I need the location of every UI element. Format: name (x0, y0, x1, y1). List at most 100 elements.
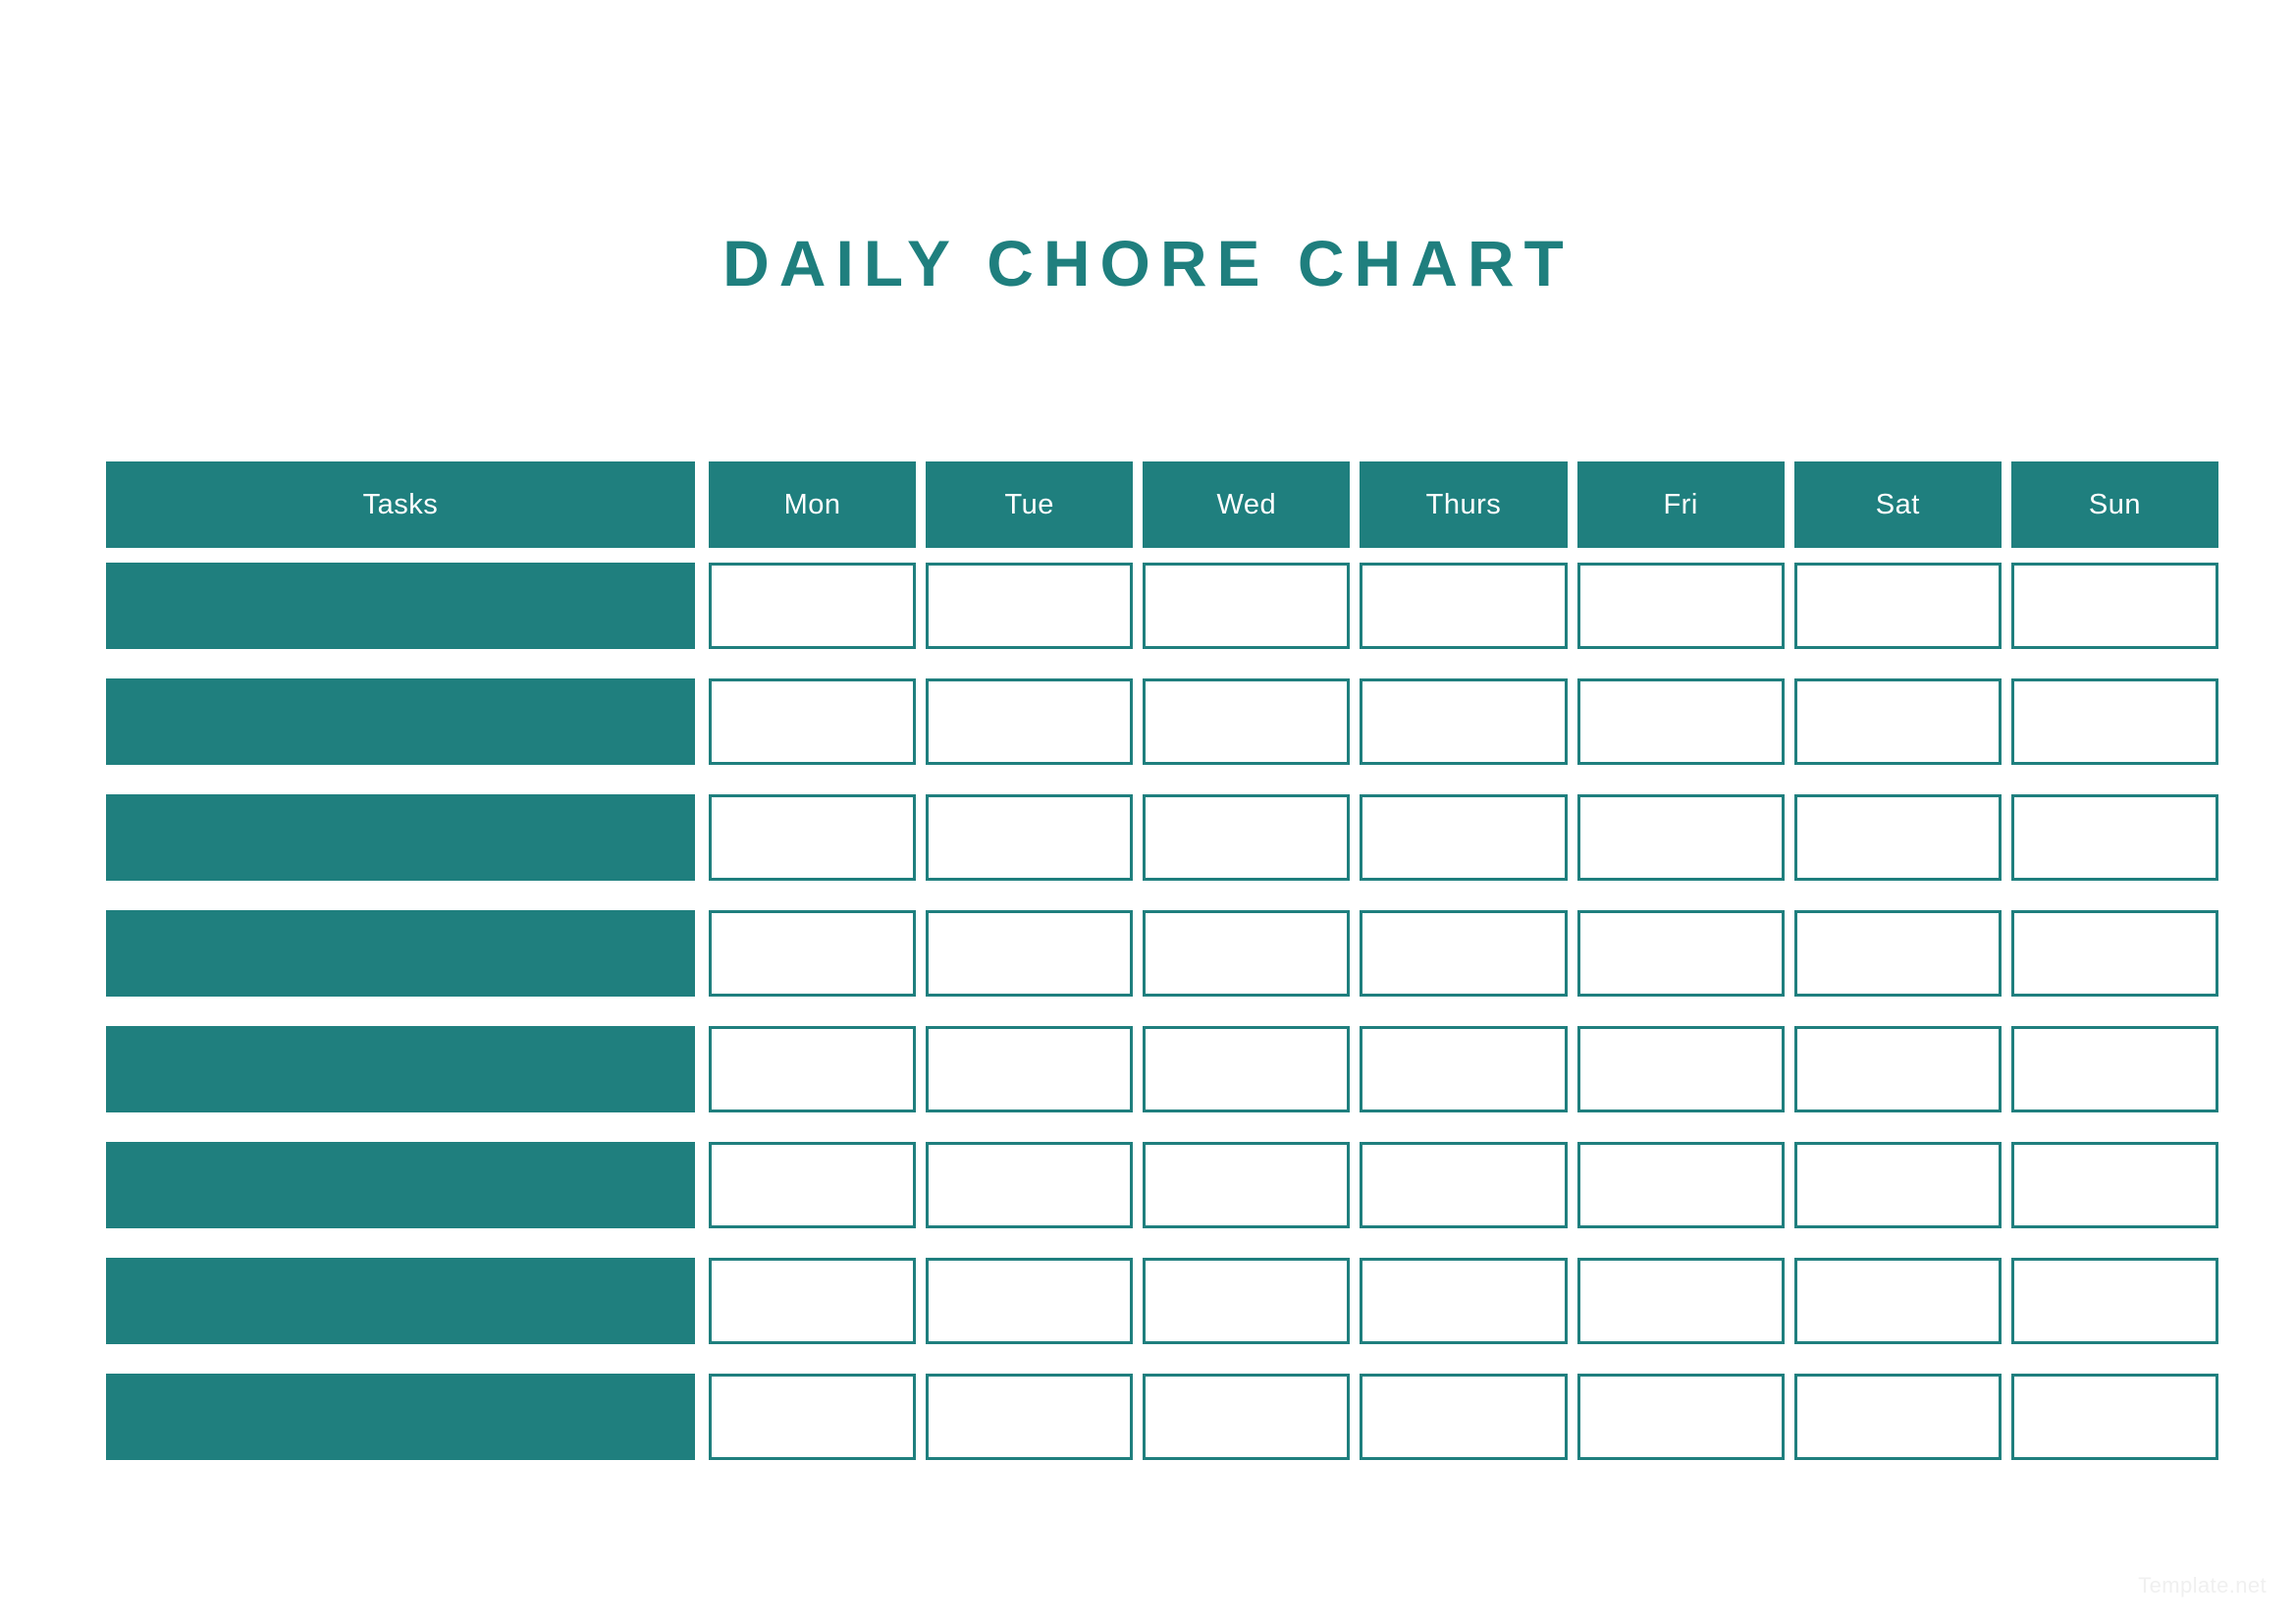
task-name-field[interactable] (106, 1258, 695, 1344)
check-box[interactable] (1576, 1258, 1785, 1344)
check-cell-wed[interactable] (1143, 563, 1351, 649)
check-cell-sun[interactable] (2010, 563, 2218, 649)
task-name-field[interactable] (106, 1374, 695, 1460)
check-cell-mon[interactable] (709, 910, 917, 997)
check-box[interactable] (926, 1374, 1134, 1460)
check-box[interactable] (926, 563, 1134, 649)
check-box[interactable] (1576, 1142, 1785, 1228)
check-cell-tue[interactable] (926, 1374, 1134, 1460)
check-cell-tue[interactable] (926, 678, 1134, 765)
check-cell-thurs[interactable] (1360, 1026, 1568, 1112)
check-cell-thurs[interactable] (1360, 1142, 1568, 1228)
check-box[interactable] (1793, 1374, 2002, 1460)
check-box[interactable] (1143, 1258, 1351, 1344)
check-box[interactable] (2010, 1258, 2218, 1344)
check-cell-mon[interactable] (709, 678, 917, 765)
task-name-cell[interactable] (106, 678, 695, 765)
check-box[interactable] (1143, 910, 1351, 997)
check-cell-fri[interactable] (1576, 678, 1785, 765)
check-cell-fri[interactable] (1576, 910, 1785, 997)
check-cell-wed[interactable] (1143, 1374, 1351, 1460)
check-cell-wed[interactable] (1143, 1258, 1351, 1344)
check-cell-sat[interactable] (1793, 563, 2002, 649)
check-box[interactable] (709, 1374, 917, 1460)
check-box[interactable] (1793, 1142, 2002, 1228)
check-cell-sat[interactable] (1793, 1142, 2002, 1228)
check-box[interactable] (2010, 1142, 2218, 1228)
check-box[interactable] (709, 678, 917, 765)
check-cell-mon[interactable] (709, 1258, 917, 1344)
check-cell-sat[interactable] (1793, 910, 2002, 997)
check-cell-thurs[interactable] (1360, 678, 1568, 765)
check-box[interactable] (926, 794, 1134, 881)
task-name-cell[interactable] (106, 910, 695, 997)
check-box[interactable] (1143, 794, 1351, 881)
check-cell-thurs[interactable] (1360, 794, 1568, 881)
check-box[interactable] (1576, 910, 1785, 997)
check-box[interactable] (1793, 910, 2002, 997)
check-cell-tue[interactable] (926, 794, 1134, 881)
task-name-field[interactable] (106, 910, 695, 997)
check-cell-wed[interactable] (1143, 794, 1351, 881)
task-name-field[interactable] (106, 678, 695, 765)
task-name-cell[interactable] (106, 563, 695, 649)
check-cell-sat[interactable] (1793, 1026, 2002, 1112)
check-box[interactable] (926, 678, 1134, 765)
check-cell-fri[interactable] (1576, 1374, 1785, 1460)
check-box[interactable] (1793, 1258, 2002, 1344)
check-box[interactable] (1143, 1142, 1351, 1228)
check-cell-sun[interactable] (2010, 1374, 2218, 1460)
check-cell-thurs[interactable] (1360, 1258, 1568, 1344)
task-name-field[interactable] (106, 1026, 695, 1112)
check-box[interactable] (926, 1026, 1134, 1112)
check-box[interactable] (1793, 1026, 2002, 1112)
check-box[interactable] (2010, 1374, 2218, 1460)
check-box[interactable] (2010, 910, 2218, 997)
check-box[interactable] (1576, 1374, 1785, 1460)
check-cell-sun[interactable] (2010, 1142, 2218, 1228)
check-box[interactable] (1360, 1142, 1568, 1228)
check-cell-fri[interactable] (1576, 794, 1785, 881)
check-cell-fri[interactable] (1576, 1026, 1785, 1112)
task-name-cell[interactable] (106, 1026, 695, 1112)
check-box[interactable] (1143, 1026, 1351, 1112)
check-cell-sun[interactable] (2010, 1258, 2218, 1344)
check-box[interactable] (1360, 563, 1568, 649)
check-cell-sat[interactable] (1793, 678, 2002, 765)
check-cell-thurs[interactable] (1360, 1374, 1568, 1460)
check-cell-wed[interactable] (1143, 678, 1351, 765)
check-box[interactable] (1576, 678, 1785, 765)
check-cell-sun[interactable] (2010, 678, 2218, 765)
check-box[interactable] (1360, 1026, 1568, 1112)
check-box[interactable] (709, 1258, 917, 1344)
task-name-cell[interactable] (106, 1258, 695, 1344)
check-box[interactable] (926, 1258, 1134, 1344)
check-box[interactable] (709, 910, 917, 997)
check-cell-mon[interactable] (709, 563, 917, 649)
check-box[interactable] (2010, 563, 2218, 649)
check-cell-mon[interactable] (709, 1142, 917, 1228)
check-box[interactable] (1576, 794, 1785, 881)
check-cell-tue[interactable] (926, 1026, 1134, 1112)
check-cell-wed[interactable] (1143, 910, 1351, 997)
check-cell-tue[interactable] (926, 1258, 1134, 1344)
task-name-field[interactable] (106, 794, 695, 881)
check-box[interactable] (1143, 563, 1351, 649)
check-box[interactable] (709, 1026, 917, 1112)
task-name-field[interactable] (106, 563, 695, 649)
check-box[interactable] (926, 1142, 1134, 1228)
check-box[interactable] (1793, 794, 2002, 881)
check-cell-sat[interactable] (1793, 1374, 2002, 1460)
check-box[interactable] (1576, 1026, 1785, 1112)
check-box[interactable] (2010, 794, 2218, 881)
check-cell-mon[interactable] (709, 794, 917, 881)
check-cell-sat[interactable] (1793, 794, 2002, 881)
check-box[interactable] (1360, 1374, 1568, 1460)
check-cell-tue[interactable] (926, 563, 1134, 649)
check-cell-tue[interactable] (926, 1142, 1134, 1228)
task-name-field[interactable] (106, 1142, 695, 1228)
check-box[interactable] (1143, 678, 1351, 765)
check-cell-fri[interactable] (1576, 563, 1785, 649)
check-box[interactable] (2010, 678, 2218, 765)
check-box[interactable] (709, 563, 917, 649)
